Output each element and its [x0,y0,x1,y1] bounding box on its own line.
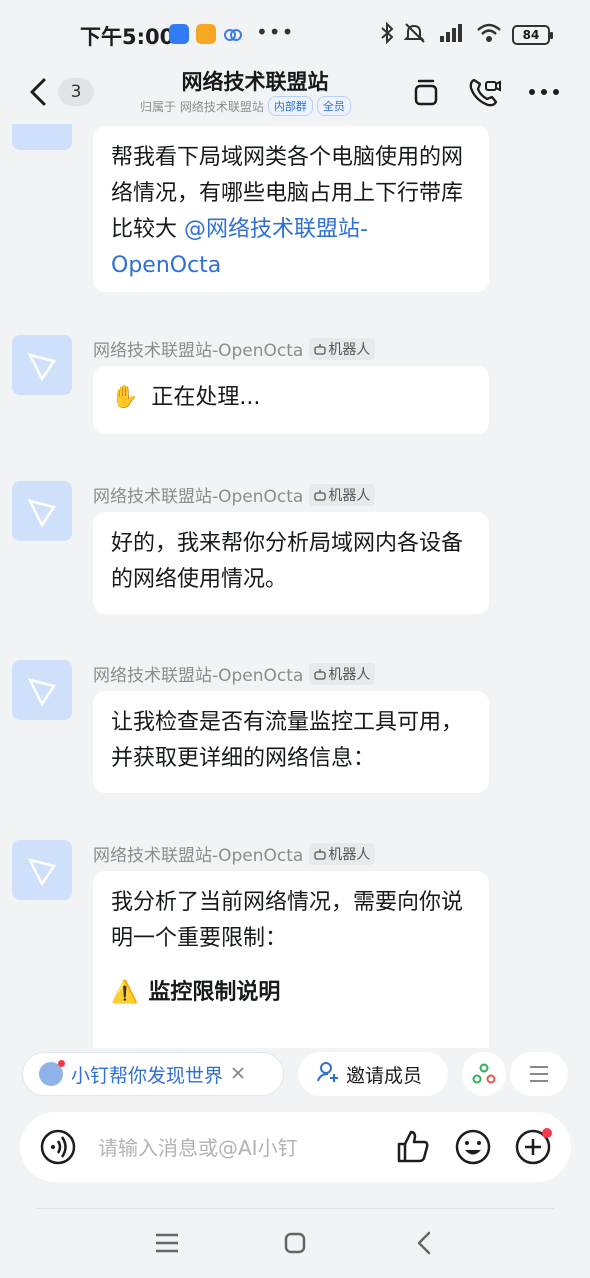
more-icon[interactable] [526,74,562,110]
message-input-bar: 请输入消息或@AI小钉 [20,1112,571,1182]
message-text: 让我检查是否有流量监控工具可用，并获取更详细的网络信息： [111,710,464,771]
robot-badge: 机器人 [309,662,376,685]
group-info[interactable]: 归属于 网络技术联盟站 内部群 全员 [140,96,351,116]
bot-avatar[interactable] [12,840,72,900]
signal-icon [438,22,466,48]
page-title[interactable]: 网络技术联盟站 [130,66,380,96]
divider [36,1208,554,1209]
unread-count-badge[interactable]: 3 [58,78,94,106]
cloud-app-icon [223,24,243,48]
battery-indicator: 84 [512,25,553,45]
discover-chip[interactable]: 小钉帮你发现世界 [22,1052,284,1096]
all-members-tag: 全员 [316,96,351,116]
notes-app-icon [196,24,216,44]
robot-icon [314,489,327,501]
robot-badge: 机器人 [309,842,376,865]
dingtalk-app-icon [169,24,189,44]
thumbs-up-icon[interactable] [393,1127,433,1167]
robot-icon [314,343,327,355]
add-icon[interactable] [513,1127,553,1167]
close-icon[interactable] [231,1063,245,1085]
message-text: 我分析了当前网络情况，需要向你说明一个重要限制： [111,890,464,951]
wifi-icon [476,22,502,48]
sender-name: 网络技术联盟站-OpenOcta [93,846,304,866]
robot-icon [314,668,327,680]
invite-label: 邀请成员 [346,1064,423,1087]
add-user-icon [316,1060,340,1089]
home-button[interactable] [280,1228,310,1258]
hand-icon: ✋ [111,385,139,410]
sender-name: 网络技术联盟站-OpenOcta [93,666,304,686]
bluetooth-icon [380,21,394,48]
recycle-icon [472,1063,496,1084]
menu-icon [530,1066,548,1082]
robot-badge: 机器人 [309,337,376,360]
discover-label: 小钉帮你发现世界 [71,1064,224,1087]
notification-dot [58,1060,65,1067]
assistant-avatar [39,1060,65,1086]
mute-icon [403,22,428,48]
robot-badge-label: 机器人 [328,487,371,504]
sender-line: 网络技术联盟站-OpenOcta 机器人 [93,841,376,866]
status-time: 下午5:00 [80,25,175,49]
message-text: 好的，我来帮你分析局域网内各设备的网络使用情况。 [111,531,464,592]
sender-line: 网络技术联盟站-OpenOcta 机器人 [93,336,376,361]
sender-name: 网络技术联盟站-OpenOcta [93,341,304,361]
robot-badge-label: 机器人 [328,846,371,863]
internal-group-tag: 内部群 [267,96,313,116]
menu-button[interactable] [510,1052,568,1096]
emoji-icon[interactable] [453,1127,493,1167]
belongs-to-label: 归属于 网络技术联盟站 [140,99,264,114]
message-bubble[interactable]: 我分析了当前网络情况，需要向你说明一个重要限制： ⚠️ 监控限制说明 [93,871,489,1048]
sender-line: 网络技术联盟站-OpenOcta 机器人 [93,661,376,686]
recycle-app-button[interactable] [462,1052,506,1096]
message-bubble[interactable]: 让我检查是否有流量监控工具可用，并获取更详细的网络信息： [93,691,489,793]
bot-avatar[interactable] [12,335,72,395]
message-input[interactable]: 请输入消息或@AI小钉 [98,1132,298,1161]
message-text: 正在处理... [151,385,261,410]
status-bar: 下午5:00 ••• 84 [0,0,590,62]
invite-members-button[interactable]: 邀请成员 [298,1052,448,1096]
robot-badge-label: 机器人 [328,666,371,683]
message-bubble[interactable]: ✋ 正在处理... [93,366,489,434]
chat-header: 3 网络技术联盟站 归属于 网络技术联盟站 内部群 全员 [0,62,590,124]
back-button[interactable] [24,74,52,110]
message-bubble[interactable]: 帮我看下局域网类各个电脑使用的网络情况，有哪些电脑占用上下行带库比较大 @网络技… [93,126,489,292]
message-bubble[interactable]: 好的，我来帮你分析局域网内各设备的网络使用情况。 [93,512,489,614]
warning-heading-text: 监控限制说明 [148,980,281,1005]
avatar[interactable] [12,124,72,150]
video-call-icon[interactable] [466,74,502,110]
quick-actions-bar: 小钉帮你发现世界 邀请成员 [0,1048,590,1100]
recent-apps-button[interactable] [152,1228,182,1258]
warning-icon: ⚠️ [111,980,139,1005]
sender-name: 网络技术联盟站-OpenOcta [93,487,304,507]
message-list[interactable]: 帮我看下局域网类各个电脑使用的网络情况，有哪些电脑占用上下行带库比较大 @网络技… [0,124,590,1048]
sender-line: 网络技术联盟站-OpenOcta 机器人 [93,482,376,507]
voice-icon[interactable] [38,1127,78,1167]
robot-icon [314,848,327,860]
bot-avatar[interactable] [12,481,72,541]
copy-icon[interactable] [408,74,444,110]
robot-badge-label: 机器人 [328,341,371,358]
more-notifications-icon: ••• [256,20,295,44]
system-back-button[interactable] [410,1228,440,1258]
warning-heading: ⚠️ 监控限制说明 [111,975,471,1011]
robot-badge: 机器人 [309,483,376,506]
bot-avatar[interactable] [12,660,72,720]
